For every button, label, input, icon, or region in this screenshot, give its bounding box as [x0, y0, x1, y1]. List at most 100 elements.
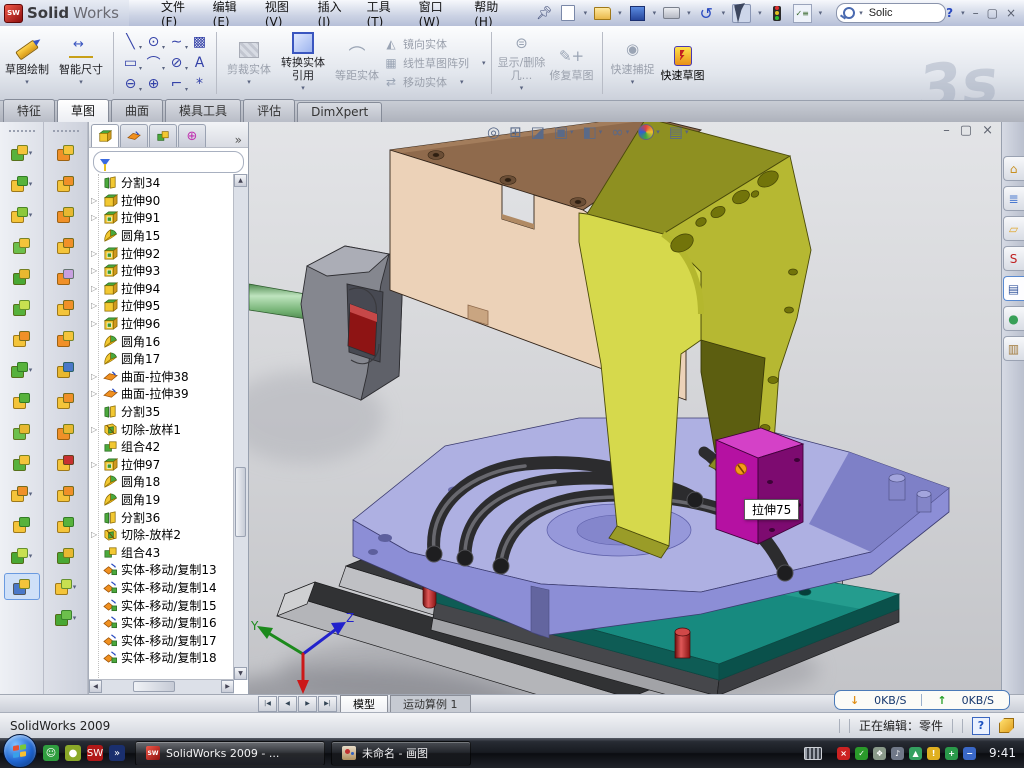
- file-explorer-icon[interactable]: ▱: [1003, 216, 1024, 241]
- model-nav-3[interactable]: ▶|: [318, 696, 337, 712]
- scroll-down-icon[interactable]: ▼: [234, 667, 247, 680]
- display-delete-relations-button[interactable]: ⊜ 显示/删除几... ▾: [497, 26, 547, 100]
- expand-arrow-icon[interactable]: ▷: [91, 319, 97, 328]
- section-view-icon[interactable]: ◪: [531, 123, 545, 141]
- swept-boss-icon[interactable]: [4, 263, 40, 290]
- tree-item-圆角16[interactable]: 圆角16: [89, 332, 234, 350]
- trim-entities-button[interactable]: 剪裁实体 ▾: [222, 26, 276, 100]
- tag-icon[interactable]: [999, 718, 1014, 733]
- tree-item-拉伸97[interactable]: ▷拉伸97: [89, 456, 234, 474]
- taskbar-window-solidworks[interactable]: SW SolidWorks 2009 - ...: [135, 741, 325, 766]
- dome-green-icon[interactable]: [48, 542, 84, 569]
- revolved-boss-icon[interactable]: [4, 232, 40, 259]
- options-list-icon[interactable]: ✓≡: [793, 4, 812, 23]
- split-star-icon[interactable]: ▾: [48, 573, 84, 600]
- model-tab-模型[interactable]: 模型: [340, 695, 388, 713]
- tree-item-圆角17[interactable]: 圆角17: [89, 350, 234, 368]
- shell-icon[interactable]: [4, 325, 40, 352]
- repair-sketch-button[interactable]: ✎︎+ 修复草图: [547, 26, 597, 100]
- model-tab-运动算例 1[interactable]: 运动算例 1: [390, 695, 471, 713]
- tree-item-实体-移动/复制17[interactable]: 实体-移动/复制17: [89, 631, 234, 649]
- magenta-insert-block[interactable]: [716, 428, 803, 544]
- convert-entities-button[interactable]: 转换实体引用 ▾: [276, 26, 330, 100]
- rib-icon[interactable]: [4, 418, 40, 445]
- tree-item-切除-放样2[interactable]: ▷切除-放样2: [89, 526, 234, 544]
- start-orb-button[interactable]: [3, 734, 37, 768]
- gray-clamp-block[interactable]: [301, 246, 403, 400]
- smart-dimension-caret-icon[interactable]: ▾: [79, 76, 83, 89]
- tree-item-拉伸93[interactable]: ▷拉伸93: [89, 262, 234, 280]
- appearances-scenes-icon[interactable]: ●: [1003, 306, 1024, 331]
- extruded-cut-icon-caret[interactable]: ▾: [29, 180, 33, 188]
- expand-arrow-icon[interactable]: ▷: [91, 284, 97, 293]
- expand-arrow-icon[interactable]: ▷: [91, 372, 97, 381]
- taskbar-clock[interactable]: 9:41: [989, 746, 1016, 760]
- help-question-icon[interactable]: ?: [972, 717, 990, 735]
- view-palette-icon[interactable]: ▤: [1003, 276, 1024, 301]
- spline-icon[interactable]: ∼▾: [165, 32, 188, 53]
- ruled-surface-icon[interactable]: [48, 356, 84, 383]
- feature-manager-icon[interactable]: [91, 124, 119, 147]
- hide-show-items-icon[interactable]: ∞▾: [611, 123, 629, 141]
- tree-item-实体-移动/复制14[interactable]: 实体-移动/复制14: [89, 579, 234, 597]
- sphere-app-icon[interactable]: ●: [65, 745, 81, 761]
- options-caret-icon[interactable]: ▾: [819, 9, 823, 17]
- move-entities-button[interactable]: ⇄ 移动实体 ▾: [384, 74, 486, 90]
- security-alert-icon[interactable]: ×: [837, 747, 850, 760]
- property-manager-icon[interactable]: [120, 124, 148, 147]
- tree-item-分割36[interactable]: 分割36: [89, 508, 234, 526]
- elbow-icon[interactable]: [48, 418, 84, 445]
- expand-arrow-icon[interactable]: ▷: [91, 301, 97, 310]
- document-restore-button[interactable]: ▢: [960, 123, 972, 138]
- search-box[interactable]: ▾: [836, 3, 946, 23]
- convert-caret-icon[interactable]: ▾: [301, 82, 305, 95]
- rapid-sketch-button[interactable]: 快速草图: [658, 26, 708, 100]
- linear-pattern-icon-caret[interactable]: ▾: [29, 366, 33, 374]
- tree-item-分割35[interactable]: 分割35: [89, 403, 234, 421]
- measure-icon[interactable]: [4, 573, 40, 600]
- select-caret-icon[interactable]: ▾: [758, 9, 762, 17]
- undo-icon[interactable]: ↺: [698, 5, 715, 22]
- tab-模具工具[interactable]: 模具工具: [165, 99, 241, 122]
- solidworks-search-icon[interactable]: S: [1003, 246, 1024, 271]
- tree-item-圆角15[interactable]: 圆角15: [89, 227, 234, 245]
- hazard-icon[interactable]: !: [927, 747, 940, 760]
- vertical-scroll-thumb[interactable]: [235, 467, 246, 537]
- fillet-icon-caret[interactable]: ▾: [29, 211, 33, 219]
- restore-button[interactable]: ▢: [987, 6, 998, 20]
- display-style-icon[interactable]: ◧▾: [583, 123, 603, 141]
- tab-草图[interactable]: 草图: [57, 99, 109, 122]
- ellipse-icon[interactable]: ⊘▾: [165, 53, 188, 74]
- print-caret-icon[interactable]: ▾: [687, 9, 691, 17]
- open-file-caret-icon[interactable]: ▾: [618, 9, 622, 17]
- wrap-icon[interactable]: ▾: [4, 480, 40, 507]
- tree-horizontal-scrollbar[interactable]: ◀ ▶: [89, 679, 234, 694]
- tree-item-实体-移动/复制18[interactable]: 实体-移动/复制18: [89, 649, 234, 667]
- arc-icon[interactable]: ⌒▾: [142, 53, 165, 74]
- print-icon[interactable]: [663, 5, 680, 22]
- delete-face-icon[interactable]: [48, 449, 84, 476]
- overflow-chevron-icon[interactable]: »: [109, 745, 125, 761]
- linear-pattern-icon[interactable]: ▾: [4, 356, 40, 383]
- extruded-cut-icon[interactable]: ▾: [4, 170, 40, 197]
- close-button[interactable]: ×: [1006, 6, 1016, 20]
- offset-entities-button[interactable]: ⌒ 等距实体: [330, 26, 384, 100]
- tree-item-拉伸96[interactable]: ▷拉伸96: [89, 315, 234, 333]
- tree-item-分割34[interactable]: 分割34: [89, 174, 234, 192]
- polygon-icon[interactable]: ⊕: [142, 74, 165, 95]
- certificate-icon[interactable]: ❖: [873, 747, 886, 760]
- save-icon[interactable]: [629, 5, 646, 22]
- custom-properties-icon[interactable]: ▥: [1003, 336, 1024, 361]
- fillet-ball-icon[interactable]: [48, 511, 84, 538]
- sketch-caret-icon[interactable]: ▾: [25, 76, 29, 89]
- tree-item-拉伸95[interactable]: ▷拉伸95: [89, 297, 234, 315]
- volume-icon[interactable]: ♪: [891, 747, 904, 760]
- shield-plus-icon[interactable]: +: [945, 747, 958, 760]
- undercut-analysis-icon[interactable]: [48, 263, 84, 290]
- tree-item-拉伸94[interactable]: ▷拉伸94: [89, 280, 234, 298]
- document-close-button[interactable]: ×: [982, 123, 993, 138]
- select-box-icon[interactable]: ▩: [188, 32, 211, 53]
- horizontal-scroll-thumb[interactable]: [133, 681, 175, 692]
- help-caret-icon[interactable]: ▾: [961, 9, 965, 17]
- open-file-icon[interactable]: [594, 5, 611, 22]
